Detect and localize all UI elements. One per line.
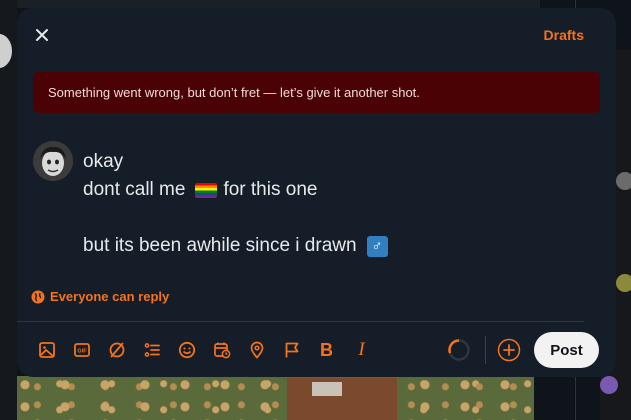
error-banner: Something went wrong, but don’t fret — l… (33, 72, 600, 113)
feed-left-strip (0, 0, 17, 420)
close-button[interactable] (27, 20, 57, 50)
bold-icon: B (320, 339, 333, 360)
rainbow-flag-icon (195, 182, 218, 198)
toolbar-divider (17, 321, 584, 322)
poll-icon (144, 343, 160, 357)
compose-line: okay (83, 151, 124, 172)
feed-image-preview (17, 376, 534, 420)
location-icon (250, 341, 263, 359)
sidebar-avatar (616, 274, 631, 292)
drafts-button[interactable]: Drafts (544, 27, 584, 43)
gif-icon: GIF (73, 343, 90, 357)
emoji-button[interactable] (173, 338, 200, 362)
avatar-face-icon (33, 141, 73, 181)
schedule-icon (213, 342, 230, 359)
user-avatar[interactable] (33, 141, 73, 181)
reply-setting-label: Everyone can reply (50, 289, 170, 304)
bold-button[interactable]: B (313, 338, 340, 362)
location-button[interactable] (243, 338, 270, 362)
post-button[interactable]: Post (534, 332, 599, 368)
close-icon (36, 29, 48, 41)
flag-button[interactable] (278, 338, 305, 362)
sidebar-avatar (600, 376, 618, 394)
error-message: Something went wrong, but don’t fret — l… (48, 85, 420, 100)
poll-button[interactable] (138, 338, 165, 362)
flag-icon (285, 342, 298, 358)
grok-button[interactable] (103, 338, 130, 362)
svg-text:GIF: GIF (77, 349, 87, 355)
feed-avatar (0, 34, 12, 68)
male-sign-icon: ♂ (366, 235, 388, 257)
globe-icon (31, 290, 45, 303)
feed-image-block (287, 378, 397, 420)
reply-setting-button[interactable]: Everyone can reply (31, 289, 169, 304)
compose-line: but its been awhile since i drawn (83, 235, 357, 256)
compose-toolbar: GIF B I (33, 338, 383, 362)
compose-line: dont call me (83, 179, 186, 200)
gif-button[interactable]: GIF (68, 338, 95, 362)
sidebar-avatar (616, 172, 631, 190)
schedule-button[interactable] (208, 338, 235, 362)
toolbar-separator (485, 336, 486, 364)
feed-image-block-detail (312, 382, 342, 396)
compose-textarea[interactable]: okay dont call me for this one but its b… (83, 148, 583, 260)
compose-line: for this one (223, 179, 318, 200)
image-icon (38, 342, 55, 358)
compose-modal: Drafts Something went wrong, but don’t f… (17, 8, 616, 377)
media-button[interactable] (33, 338, 60, 362)
emoji-icon (178, 341, 195, 359)
add-icon[interactable] (497, 338, 521, 362)
italic-icon: I (358, 339, 365, 360)
italic-button[interactable]: I (348, 338, 375, 362)
grok-icon (109, 342, 124, 358)
feed-actions-row (0, 0, 540, 8)
progress-ring-icon (448, 339, 470, 361)
